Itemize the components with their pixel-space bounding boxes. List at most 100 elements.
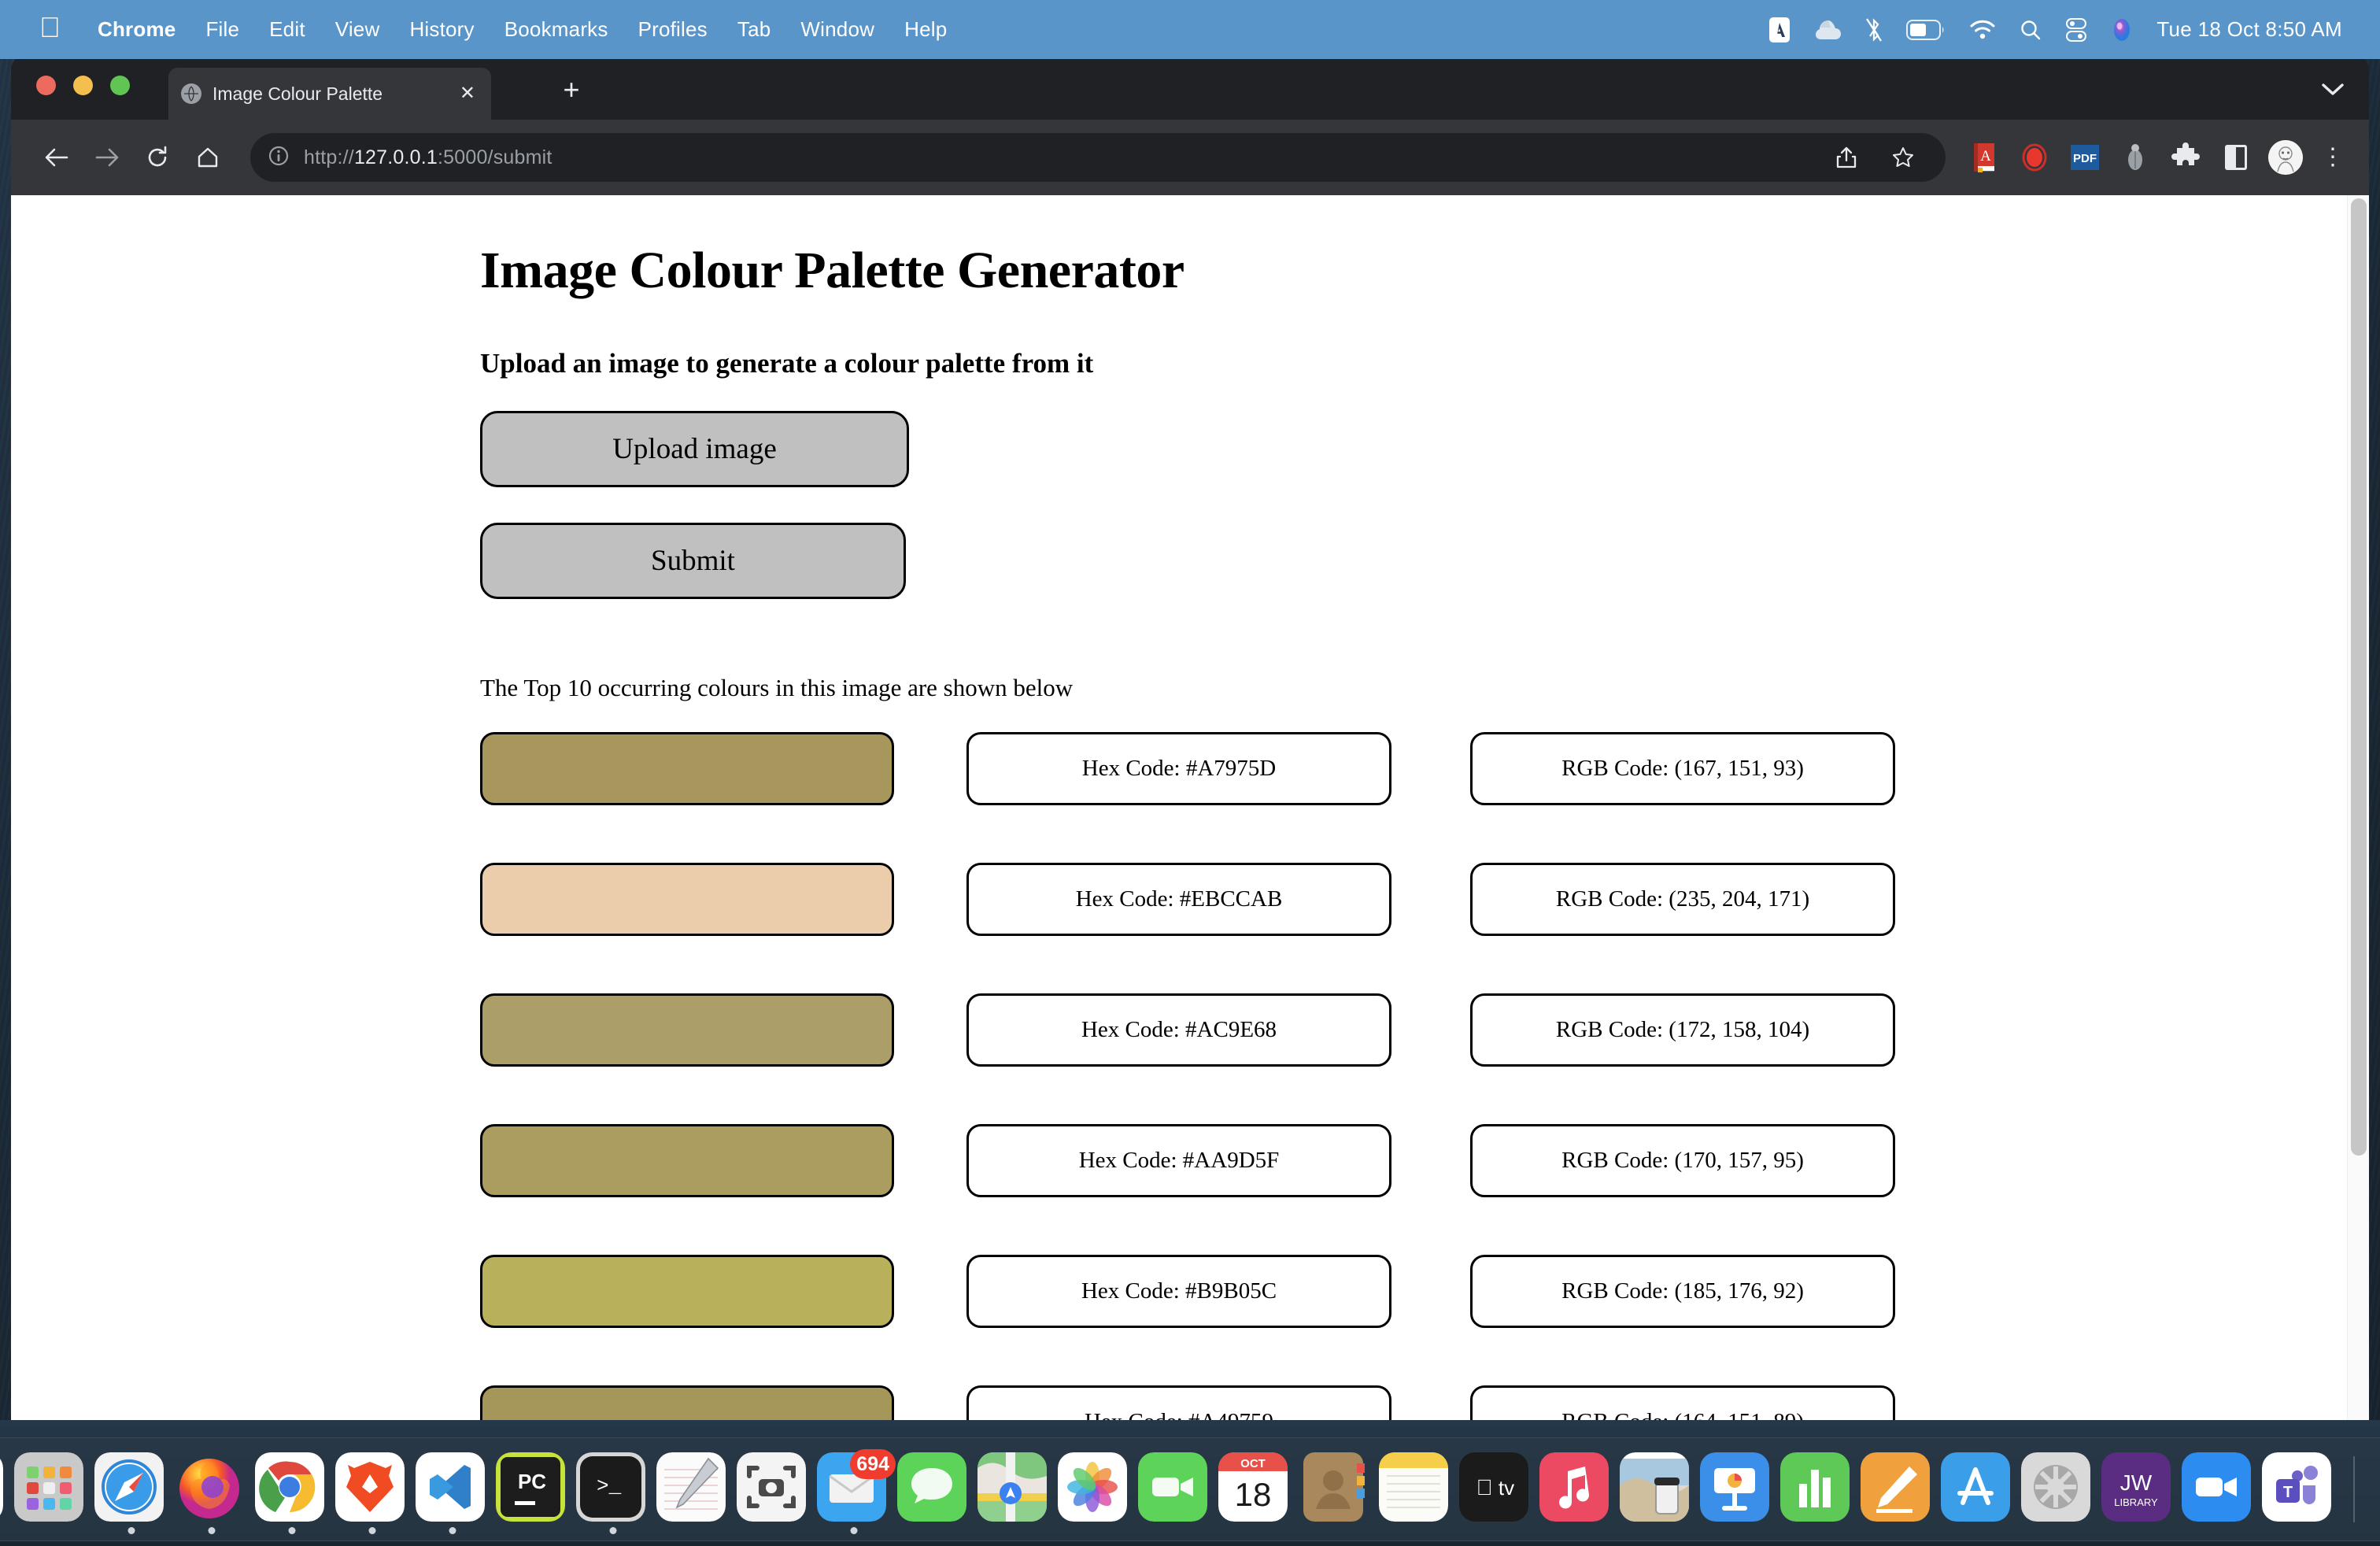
palette-row: Hex Code: #AA9D5F RGB Code: (170, 157, 95… [480, 1124, 2275, 1197]
colour-swatch [480, 1124, 894, 1197]
google-drive-icon[interactable] [1815, 18, 1842, 42]
battery-icon[interactable] [1906, 19, 1946, 40]
siri-icon[interactable] [2111, 17, 2133, 43]
bug-extension-icon[interactable] [2117, 139, 2153, 176]
menu-bar-clock[interactable]: Tue 18 Oct 8:50 AM [2156, 17, 2342, 42]
dock-item-trash[interactable] [2372, 1452, 2380, 1526]
dock-item-photos[interactable] [1058, 1452, 1132, 1526]
dictionary-extension-icon[interactable]: A [1966, 139, 2002, 176]
dock-item-maps[interactable] [978, 1452, 1051, 1526]
dock-item-messages[interactable] [897, 1452, 971, 1526]
dock-item-mail[interactable]: 694 [817, 1449, 896, 1534]
upload-image-button[interactable]: Upload image [480, 411, 909, 487]
apple-logo-icon[interactable]:  [39, 13, 61, 42]
menu-item-profiles[interactable]: Profiles [623, 17, 722, 42]
side-panel-icon[interactable] [2218, 139, 2254, 176]
hex-code-box: Hex Code: #AC9E68 [966, 993, 1391, 1067]
screen-recorder-extension-icon[interactable] [2016, 139, 2053, 176]
new-tab-button[interactable]: + [554, 74, 589, 109]
dock-item-image-capture[interactable] [1620, 1452, 1694, 1526]
three-dot-menu-icon[interactable]: ⋮ [2317, 146, 2349, 169]
pdf-extension-icon[interactable]: PDF [2067, 139, 2103, 176]
zoom-icon [2182, 1452, 2251, 1522]
dock-item-terminal[interactable]: >_ [576, 1452, 650, 1534]
dock-item-calendar[interactable]: OCT 18 [1218, 1452, 1292, 1526]
home-icon[interactable] [183, 132, 233, 183]
running-indicator [288, 1527, 296, 1534]
dock-item-brave[interactable] [335, 1452, 409, 1534]
menu-item-bookmarks[interactable]: Bookmarks [490, 17, 623, 42]
messages-icon [897, 1452, 966, 1522]
dock-item-safari[interactable] [94, 1452, 168, 1534]
menu-item-tab[interactable]: Tab [722, 17, 786, 42]
dock-item-launchpad[interactable] [14, 1452, 88, 1526]
dock-item-firefox[interactable] [175, 1452, 249, 1534]
spotlight-search-icon[interactable] [2020, 19, 2042, 41]
share-icon[interactable] [1821, 132, 1872, 183]
dock-item-facetime[interactable] [1138, 1452, 1212, 1526]
puzzle-extensions-icon[interactable] [2168, 139, 2204, 176]
profile-avatar-icon[interactable] [2268, 140, 2303, 175]
close-window-button[interactable] [36, 76, 56, 95]
menu-item-file[interactable]: File [190, 17, 254, 42]
facetime-icon [1138, 1452, 1207, 1522]
page-subtitle: Upload an image to generate a colour pal… [480, 348, 1094, 379]
dock-item-microsoft-teams[interactable]: T [2262, 1452, 2336, 1526]
minimize-window-button[interactable] [73, 76, 93, 95]
window-traffic-lights [36, 76, 130, 95]
dock-item-contacts[interactable] [1299, 1452, 1373, 1526]
dock-item-notes-pen[interactable] [656, 1452, 730, 1526]
svg-text:tv: tv [1499, 1476, 1514, 1500]
wifi-icon[interactable] [1969, 20, 1996, 40]
menu-item-view[interactable]: View [320, 17, 395, 42]
dock-item-apple-tv[interactable]: tv [1459, 1452, 1533, 1526]
keynote-icon [1700, 1452, 1769, 1522]
back-arrow-icon[interactable] [31, 132, 82, 183]
dock-item-screenshot[interactable] [737, 1452, 811, 1526]
dock-item-visual-studio-code[interactable] [416, 1452, 490, 1534]
scrollbar-thumb[interactable] [2351, 198, 2367, 1156]
colour-palette-list: Hex Code: #A7975D RGB Code: (167, 151, 93… [480, 732, 2275, 1480]
address-bar[interactable]: http://127.0.0.1:5000/submit [250, 133, 1946, 182]
calendar-icon: OCT 18 [1218, 1452, 1288, 1522]
menu-item-help[interactable]: Help [889, 17, 962, 42]
page-scrollbar[interactable] [2347, 195, 2369, 1480]
site-info-icon[interactable] [268, 145, 290, 171]
menu-item-window[interactable]: Window [785, 17, 889, 42]
dock-item-pages[interactable] [1861, 1452, 1935, 1526]
menu-bar-items:  Chrome File Edit View History Bookmark… [20, 13, 962, 44]
rgb-code-box: RGB Code: (235, 204, 171) [1470, 863, 1895, 936]
adobe-creative-cloud-icon[interactable] [1768, 17, 1791, 43]
dock-item-finder[interactable] [0, 1452, 8, 1526]
browser-tab[interactable]: Image Colour Palette ✕ [168, 68, 491, 120]
close-icon[interactable]: ✕ [456, 84, 479, 103]
menu-item-chrome[interactable]: Chrome [83, 17, 190, 42]
search-input[interactable]: http://127.0.0.1:5000/submit [304, 146, 552, 169]
submit-button[interactable]: Submit [480, 523, 906, 599]
dock-item-jw-library[interactable]: JW LIBRARY [2101, 1452, 2175, 1526]
menu-item-history[interactable]: History [394, 17, 489, 42]
svg-text:PC: PC [518, 1470, 546, 1493]
chevron-down-icon[interactable] [2317, 74, 2349, 105]
dock-item-notes[interactable] [1379, 1452, 1453, 1526]
bluetooth-off-icon[interactable] [1865, 17, 1883, 43]
dock-item-keynote[interactable] [1700, 1452, 1774, 1526]
dock-item-music[interactable] [1539, 1452, 1613, 1526]
numbers-icon [1780, 1452, 1850, 1522]
globe-favicon-icon [181, 83, 201, 104]
star-bookmark-icon[interactable] [1878, 132, 1928, 183]
dock-item-app-store[interactable] [1941, 1452, 2015, 1526]
launchpad-icon [14, 1452, 83, 1522]
dock-item-google-chrome[interactable] [255, 1452, 329, 1534]
hex-code-box: Hex Code: #AA9D5F [966, 1124, 1391, 1197]
menu-item-edit[interactable]: Edit [254, 17, 320, 42]
colour-swatch [480, 993, 894, 1067]
dock-item-numbers[interactable] [1780, 1452, 1854, 1526]
control-center-icon[interactable] [2065, 17, 2087, 43]
maximize-window-button[interactable] [110, 76, 130, 95]
dock-item-pycharm[interactable]: PC [496, 1452, 570, 1526]
dock-item-zoom[interactable] [2182, 1452, 2256, 1526]
forward-arrow-icon[interactable] [82, 132, 132, 183]
dock-item-system-settings[interactable] [2021, 1452, 2095, 1526]
reload-icon[interactable] [132, 132, 183, 183]
